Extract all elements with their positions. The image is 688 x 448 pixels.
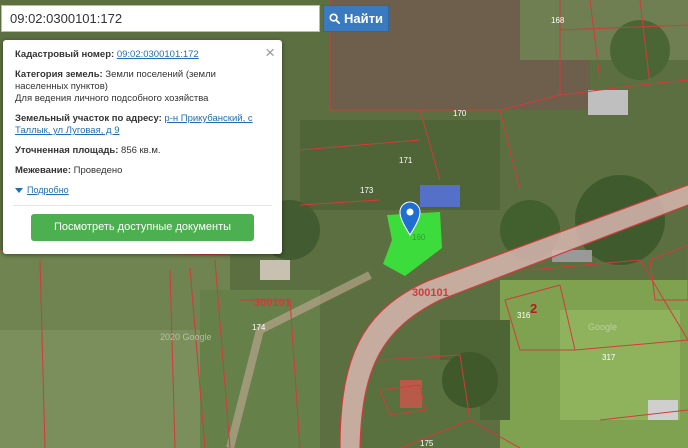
view-documents-button[interactable]: Посмотреть доступные документы [31,214,254,241]
search-button-label: Найти [344,11,383,26]
survey-value: Проведено [73,165,123,176]
land-usage-value: Для ведения личного подсобного хозяйства [15,93,209,104]
address-label: Земельный участок по адресу: [15,113,162,124]
land-category-label: Категория земель: [15,69,103,80]
triangle-down-icon [15,187,23,193]
land-category-row: Категория земель: Земли поселений (земли… [15,69,270,105]
cadastral-number-link[interactable]: 09:02:0300101:172 [117,49,199,60]
search-input[interactable]: 09:02:0300101:172 [1,5,320,32]
details-link[interactable]: Подробно [27,185,69,195]
survey-label: Межевание: [15,165,71,176]
search-button[interactable]: Найти [323,5,389,32]
details-toggle[interactable]: Подробно [15,185,270,195]
survey-row: Межевание: Проведено [15,165,270,177]
cadastral-number-label: Кадастровый номер: [15,49,115,60]
map-pin-icon[interactable] [399,201,421,236]
address-row: Земельный участок по адресу: р-н Прикуба… [15,113,270,137]
area-row: Уточненная площадь: 856 кв.м. [15,145,270,157]
parcel-info-popup: × Кадастровый номер: 09:02:0300101:172 К… [3,40,282,254]
search-icon [329,13,341,24]
area-value: 856 кв.м. [121,145,161,156]
close-icon[interactable]: × [265,44,275,61]
area-label: Уточненная площадь: [15,145,119,156]
cadastral-number-row: Кадастровый номер: 09:02:0300101:172 [15,49,270,61]
divider [13,205,272,206]
